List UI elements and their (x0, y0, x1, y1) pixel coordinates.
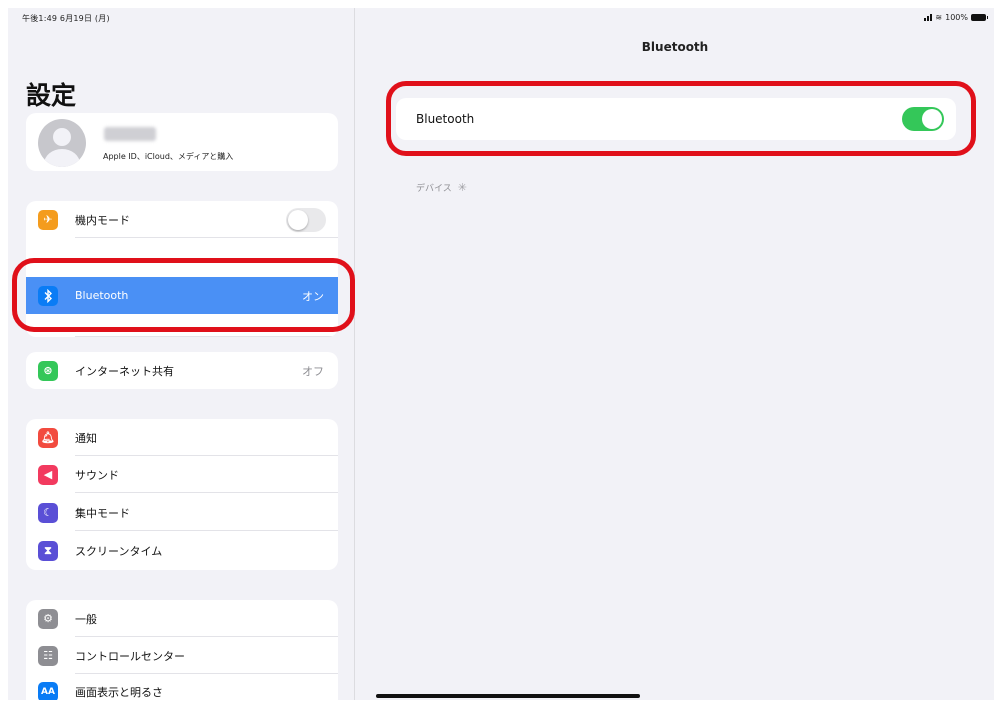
sidebar-item-airplane-mode[interactable]: ✈ 機内モード (26, 201, 338, 238)
devices-label: デバイス (416, 184, 452, 194)
devices-section-header: デバイス ✳ (416, 181, 467, 194)
home-indicator (376, 694, 640, 698)
text-size-icon: AA (38, 681, 58, 700)
switches-icon: ☷ (38, 645, 58, 666)
airplane-mode-toggle[interactable] (286, 207, 326, 232)
sidebar-item-sounds[interactable]: ◀ サウンド (26, 456, 338, 493)
sidebar-item-notifications[interactable]: 🔔︎ 通知 (26, 419, 338, 456)
sidebar-item-label: 一般 (75, 612, 97, 626)
highlight-bluetooth-sidebar (12, 258, 355, 332)
hotspot-group: ⊛ インターネット共有 オフ (26, 352, 338, 389)
sidebar-item-label: 画面表示と明るさ (75, 685, 163, 699)
page-title: Bluetooth (641, 40, 709, 54)
settings-sidebar: 午後1:49 6月19日 (月) 設定 Apple ID、iCloud、メディア… (8, 8, 355, 700)
battery-percent: 100% (945, 13, 968, 22)
moon-icon: ☾ (38, 502, 58, 523)
bluetooth-detail-pane: ≋ 100% Bluetooth Bluetooth デバイス ✳ (356, 8, 994, 700)
link-icon: ⊛ (38, 360, 58, 381)
sidebar-item-label: 集中モード (75, 506, 130, 520)
sidebar-item-label: 機内モード (75, 213, 130, 227)
wifi-icon: ≋ (935, 13, 943, 22)
sidebar-item-focus[interactable]: ☾ 集中モード (26, 494, 338, 531)
speaker-icon: ◀ (38, 464, 58, 485)
airplane-icon: ✈ (38, 209, 58, 230)
sidebar-item-control-center[interactable]: ☷ コントロールセンター (26, 637, 338, 674)
profile-subtitle: Apple ID、iCloud、メディアと購入 (103, 152, 234, 161)
sidebar-item-personal-hotspot[interactable]: ⊛ インターネット共有 オフ (26, 352, 338, 389)
sidebar-item-label: スクリーンタイム (75, 544, 163, 558)
ipad-screen: 午後1:49 6月19日 (月) 設定 Apple ID、iCloud、メディア… (8, 8, 994, 700)
signal-icon (924, 14, 933, 21)
battery-icon (971, 14, 988, 21)
hourglass-icon: ⧗ (38, 540, 58, 561)
bell-icon: 🔔︎ (38, 427, 58, 448)
general-group: ⚙ 一般 ☷ コントロールセンター AA 画面表示と明るさ (26, 600, 338, 700)
status-time-date: 午後1:49 6月19日 (月) (22, 14, 110, 23)
sidebar-item-general[interactable]: ⚙ 一般 (26, 600, 338, 637)
avatar (38, 119, 86, 167)
gear-icon: ⚙ (38, 608, 58, 629)
status-indicators: ≋ 100% (924, 13, 988, 22)
blurred-user-name (104, 127, 156, 141)
sidebar-title: 設定 (26, 81, 77, 110)
highlight-bluetooth-toggle (386, 81, 976, 156)
sidebar-item-display-brightness[interactable]: AA 画面表示と明るさ (26, 673, 338, 700)
loading-spinner-icon: ✳ (457, 181, 467, 194)
sidebar-item-label: コントロールセンター (75, 649, 185, 663)
sidebar-item-label: 通知 (75, 431, 97, 445)
sidebar-item-screen-time[interactable]: ⧗ スクリーンタイム (26, 532, 338, 569)
apple-id-profile-card[interactable]: Apple ID、iCloud、メディアと購入 (26, 113, 338, 171)
notifications-group: 🔔︎ 通知 ◀ サウンド ☾ 集中モード ⧗ スクリーンタイム (26, 419, 338, 570)
sidebar-item-label: インターネット共有 (75, 364, 174, 378)
hotspot-status-value: オフ (302, 364, 324, 378)
sidebar-item-label: サウンド (75, 468, 119, 482)
